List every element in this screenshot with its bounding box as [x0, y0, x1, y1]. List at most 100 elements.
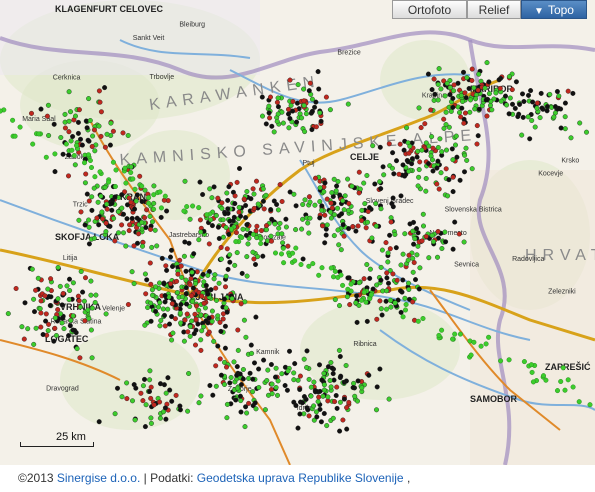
place-label: Trbovlje: [149, 74, 174, 81]
map-point: [430, 145, 436, 151]
map-point: [345, 176, 351, 182]
map-point: [263, 192, 269, 198]
map-point: [287, 77, 293, 83]
map-point: [188, 293, 194, 299]
map-point: [104, 201, 110, 207]
map-point: [228, 226, 234, 232]
map-point: [256, 366, 262, 372]
map-point: [345, 101, 351, 107]
map-point: [122, 165, 128, 171]
map-point: [435, 144, 441, 150]
map-point: [244, 254, 250, 260]
map-point: [271, 198, 277, 204]
map-point: [232, 201, 238, 207]
map-point: [498, 98, 504, 104]
map-point: [124, 396, 130, 402]
city-label: ZAPREŠIĆ: [545, 361, 591, 372]
map-point: [241, 317, 247, 323]
map-point: [471, 339, 477, 345]
map-point: [280, 120, 286, 126]
map-point: [260, 186, 266, 192]
place-label: Radovljica: [512, 256, 544, 263]
map-point: [107, 142, 113, 148]
map-point: [300, 216, 306, 222]
map-point: [386, 280, 392, 286]
map-point: [355, 398, 361, 404]
map-point: [443, 166, 449, 172]
map-point: [70, 280, 76, 286]
map-point: [275, 207, 281, 213]
map-point: [195, 321, 201, 327]
map-point: [509, 87, 515, 93]
map-point: [36, 131, 42, 137]
map-point: [235, 347, 241, 353]
map-point: [260, 253, 266, 259]
map-point: [341, 207, 347, 213]
map-point: [102, 144, 108, 150]
map-point: [225, 266, 231, 272]
sinergise-link[interactable]: Sinergise d.o.o.: [57, 471, 140, 485]
map-point: [344, 294, 350, 300]
map-point: [435, 254, 441, 260]
map-point: [192, 281, 198, 287]
map-point: [146, 195, 152, 201]
map-point: [30, 141, 36, 147]
map-point: [381, 172, 387, 178]
map-point: [147, 213, 153, 219]
map-point: [350, 385, 356, 391]
map-point: [530, 99, 536, 105]
map-point: [133, 385, 139, 391]
map-point: [221, 382, 227, 388]
map-point: [313, 175, 319, 181]
topo-map[interactable]: KARAWANKENKAMNISKO SAVINJSKE ALPEHRVATSK…: [0, 0, 595, 465]
map-point: [486, 334, 492, 340]
map-point: [400, 314, 406, 320]
map-point: [173, 392, 179, 398]
map-point: [406, 150, 412, 156]
map-point: [403, 302, 409, 308]
map-point: [416, 286, 422, 292]
map-point: [534, 105, 540, 111]
map-point: [400, 162, 406, 168]
map-point: [444, 80, 450, 86]
map-point: [556, 93, 562, 99]
map-point: [562, 100, 568, 106]
map-point: [306, 88, 312, 94]
map-point: [340, 282, 346, 288]
map-point: [233, 239, 239, 245]
map-point: [325, 394, 331, 400]
map-point: [174, 278, 180, 284]
map-point: [260, 198, 266, 204]
map-point: [87, 157, 93, 163]
map-point: [431, 97, 437, 103]
layer-relief-button[interactable]: Relief: [467, 0, 521, 19]
map-point: [451, 88, 457, 94]
map-point: [345, 275, 351, 281]
map-point: [421, 223, 427, 229]
map-point: [367, 275, 373, 281]
map-point: [294, 119, 300, 125]
map-point: [282, 383, 288, 389]
map-point: [250, 389, 256, 395]
layer-topo-dropdown[interactable]: ▼ Topo: [521, 0, 587, 19]
map-point: [32, 309, 38, 315]
map-point: [248, 342, 254, 348]
map-point: [158, 205, 164, 211]
map-point: [369, 235, 375, 241]
map-point: [489, 107, 495, 113]
map-point: [301, 98, 307, 104]
map-point: [189, 269, 195, 275]
map-point: [493, 90, 499, 96]
map-point: [356, 169, 362, 175]
place-label: Ptuj: [302, 160, 315, 167]
map-point: [473, 96, 479, 102]
map-point: [126, 195, 132, 201]
map-point: [346, 200, 352, 206]
map-point: [529, 117, 535, 123]
map-canvas[interactable]: KARAWANKENKAMNISKO SAVINJSKE ALPEHRVATSK…: [0, 0, 595, 465]
map-point: [380, 164, 386, 170]
map-point: [262, 407, 268, 413]
layer-ortofoto-button[interactable]: Ortofoto: [392, 0, 467, 19]
map-point: [436, 332, 442, 338]
gurs-link[interactable]: Geodetska uprava Republike Slovenije: [197, 471, 404, 485]
